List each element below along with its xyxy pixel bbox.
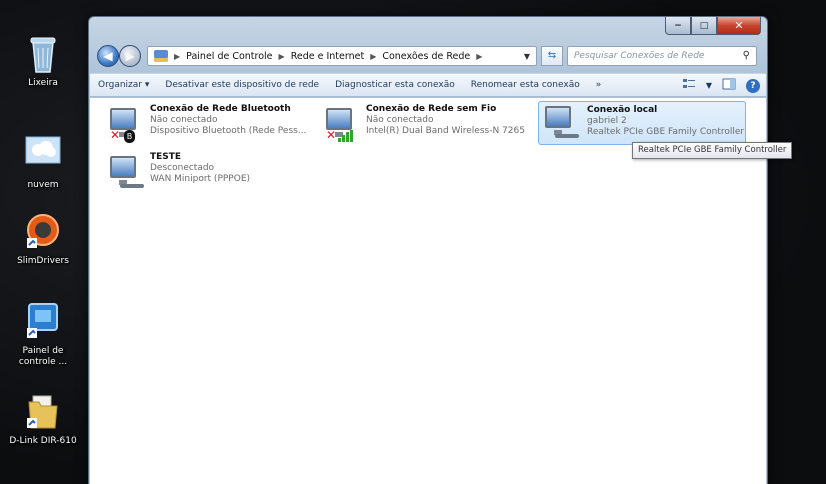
connection-status: gabriel 2 <box>587 116 627 126</box>
search-placeholder: Pesquisar Conexões de Rede <box>574 51 705 61</box>
connection-device: WAN Miniport (PPPOE) <box>150 174 251 184</box>
breadcrumb-separator-icon: ▶ <box>278 51 285 61</box>
connection-item-bluetooth[interactable]: ✕ B Conexão de Rede Bluetooth Não conect… <box>108 104 308 148</box>
desktop: Lixeira nuvem SlimDrivers Painel de cont… <box>0 0 826 484</box>
preview-pane-icon <box>722 78 736 90</box>
bluetooth-network-icon: ✕ B <box>108 106 146 146</box>
more-commands-button[interactable]: » <box>588 80 610 90</box>
breadcrumb-separator-icon: ▶ <box>370 51 377 61</box>
caption-buttons: − □ ✕ <box>665 17 761 35</box>
command-bar: Organizar ▾ Desativar este dispositivo d… <box>90 73 766 97</box>
connection-name: Conexão de Rede sem Fio <box>366 104 497 114</box>
connection-item-teste[interactable]: TESTE Desconectado WAN Miniport (PPPOE) <box>108 152 308 196</box>
maximize-button[interactable]: □ <box>691 17 717 35</box>
control-panel-shortcut-icon <box>25 302 61 342</box>
pppoe-network-icon <box>108 154 146 194</box>
connection-name: Conexão de Rede Bluetooth <box>150 104 291 114</box>
network-cable-icon <box>120 184 144 188</box>
folder-icon <box>25 392 61 432</box>
desktop-icon-label: Painel de controle ... <box>18 346 68 367</box>
wireless-network-icon: ✕ <box>324 106 362 146</box>
forward-button[interactable]: ▶ <box>119 45 141 67</box>
slimdrivers-icon <box>25 212 61 252</box>
device-tooltip: Realtek PCIe GBE Family Controller <box>632 142 793 159</box>
desktop-icon-label: SlimDrivers <box>17 256 69 266</box>
connection-name: TESTE <box>150 152 182 162</box>
refresh-button[interactable]: ⇆ <box>541 46 563 66</box>
help-icon[interactable]: ? <box>746 78 760 93</box>
desktop-icon-dlink-folder[interactable]: D-Link DIR-610 <box>0 392 86 447</box>
disconnected-x-icon: ✕ <box>326 128 337 142</box>
breadcrumb-network-internet[interactable]: Rede e Internet <box>291 51 365 62</box>
search-icon[interactable]: ⚲ <box>743 50 750 61</box>
desktop-icon-cloud[interactable]: nuvem <box>0 136 86 191</box>
back-button[interactable]: ◀ <box>97 45 119 67</box>
connection-device: Realtek PCIe GBE Family Controller <box>587 127 745 137</box>
control-panel-icon <box>154 50 168 62</box>
disable-device-button[interactable]: Desativar este dispositivo de rede <box>157 80 327 90</box>
signal-bars-icon <box>338 130 354 142</box>
view-icon <box>682 79 695 88</box>
navigation-bar: ◀ ▶ ▶ Painel de Controle ▶ Rede e Intern… <box>89 43 767 71</box>
connection-status: Desconectado <box>150 163 215 173</box>
minimize-button[interactable]: − <box>665 17 691 35</box>
cloud-icon <box>25 136 61 176</box>
diagnose-connection-button[interactable]: Diagnosticar esta conexão <box>327 80 463 90</box>
organize-menu[interactable]: Organizar ▾ <box>90 80 157 90</box>
desktop-icon-label: D-Link DIR-610 <box>9 436 77 446</box>
connection-name: Conexão local <box>587 105 658 115</box>
arrow-left-icon: ◀ <box>103 49 113 63</box>
desktop-icon-label: Lixeira <box>28 78 58 88</box>
view-dropdown-icon[interactable]: ▼ <box>706 81 712 90</box>
recycle-bin-icon <box>25 34 61 74</box>
network-cable-icon <box>555 134 579 138</box>
breadcrumb-separator-icon: ▶ <box>174 51 181 61</box>
connection-status: Não conectado <box>150 115 218 125</box>
change-view-button[interactable] <box>682 77 696 94</box>
preview-pane-button[interactable] <box>722 77 736 94</box>
connection-item-wireless[interactable]: ✕ Conexão de Rede sem Fio Não conectado … <box>324 104 534 148</box>
breadcrumb-network-connections[interactable]: Conexões de Rede <box>382 51 470 62</box>
address-bar[interactable]: ▶ Painel de Controle ▶ Rede e Internet ▶… <box>147 46 537 66</box>
desktop-icon-label: nuvem <box>27 180 59 190</box>
refresh-icon: ⇆ <box>547 50 557 61</box>
close-button[interactable]: ✕ <box>717 17 761 35</box>
arrow-right-icon: ▶ <box>125 49 135 63</box>
disconnected-x-icon: ✕ <box>110 128 121 142</box>
bluetooth-icon: B <box>124 130 135 143</box>
desktop-icon-recycle-bin[interactable]: Lixeira <box>0 34 86 89</box>
breadcrumb-separator-icon: ▶ <box>476 51 483 61</box>
chevron-down-icon[interactable]: ▼ <box>524 52 530 61</box>
desktop-icon-slimdrivers[interactable]: SlimDrivers <box>0 212 86 267</box>
search-input[interactable]: Pesquisar Conexões de Rede ⚲ <box>567 46 757 66</box>
network-connections-window: − □ ✕ ◀ ▶ ▶ Painel de Controle ▶ Rede e … <box>88 16 768 484</box>
view-controls: ▼ ? <box>682 77 760 94</box>
desktop-icon-control-panel[interactable]: Painel de controle ... <box>0 302 86 368</box>
rename-connection-button[interactable]: Renomear esta conexão <box>463 80 588 90</box>
lan-network-icon <box>543 104 581 144</box>
connection-device: Intel(R) Dual Band Wireless-N 7265 <box>366 126 525 136</box>
connection-status: Não conectado <box>366 115 434 125</box>
connection-device: Dispositivo Bluetooth (Rede Pess... <box>150 126 307 136</box>
breadcrumb-control-panel[interactable]: Painel de Controle <box>186 51 272 62</box>
connection-item-local[interactable]: Conexão local gabriel 2 Realtek PCIe GBE… <box>538 101 746 145</box>
